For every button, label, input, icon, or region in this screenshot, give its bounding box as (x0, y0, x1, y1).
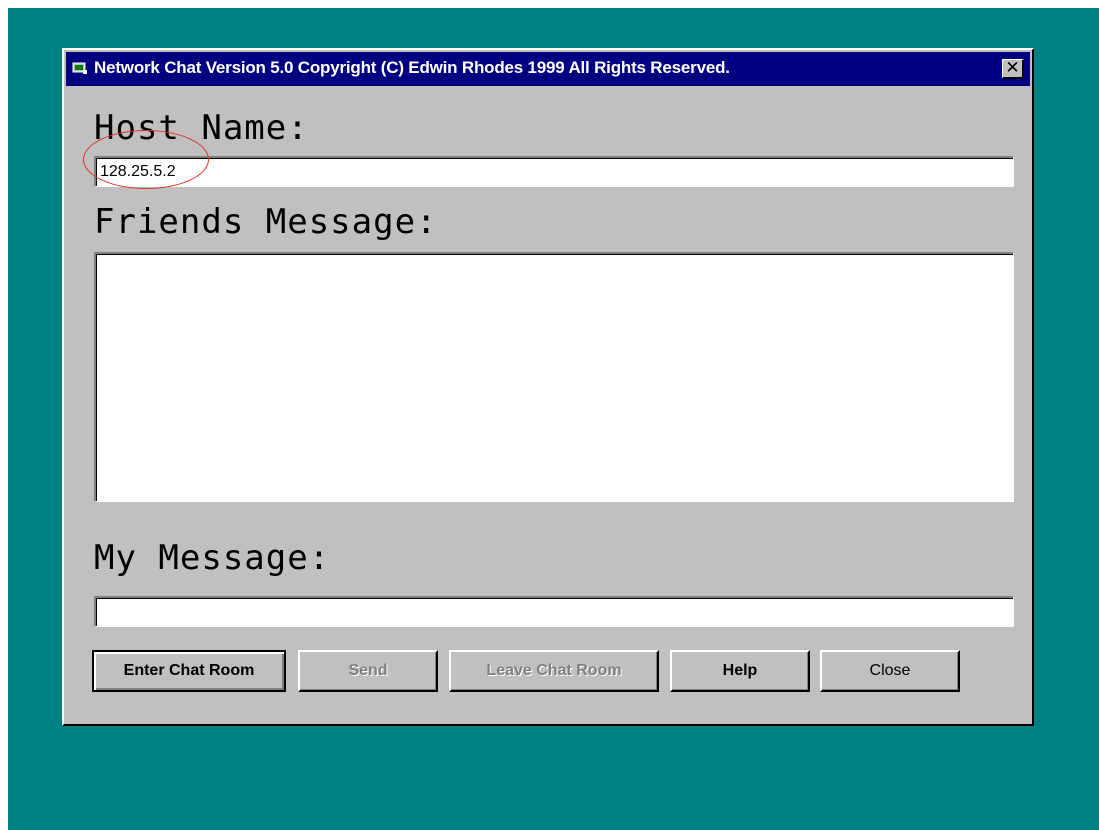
enter-chat-room-button[interactable]: Enter Chat Room (92, 650, 286, 692)
title-bar[interactable]: Network Chat Version 5.0 Copyright (C) E… (66, 52, 1030, 86)
my-message-input[interactable] (94, 596, 1014, 627)
friends-message-label: Friends Message: (94, 202, 438, 242)
close-window-icon[interactable]: ✕ (1002, 59, 1024, 79)
leave-chat-room-button[interactable]: Leave Chat Room (449, 650, 659, 692)
host-name-input[interactable]: 128.25.5.2 (94, 156, 1014, 187)
help-button[interactable]: Help (670, 650, 810, 692)
app-icon (72, 62, 87, 74)
close-button[interactable]: Close (820, 650, 960, 692)
my-message-label: My Message: (94, 538, 331, 578)
window-title: Network Chat Version 5.0 Copyright (C) E… (94, 58, 730, 77)
host-name-label: Host Name: (94, 108, 309, 148)
send-button[interactable]: Send (298, 650, 438, 692)
network-chat-window: Network Chat Version 5.0 Copyright (C) E… (62, 48, 1034, 726)
friends-message-box[interactable] (94, 252, 1014, 502)
host-name-value: 128.25.5.2 (100, 163, 176, 180)
